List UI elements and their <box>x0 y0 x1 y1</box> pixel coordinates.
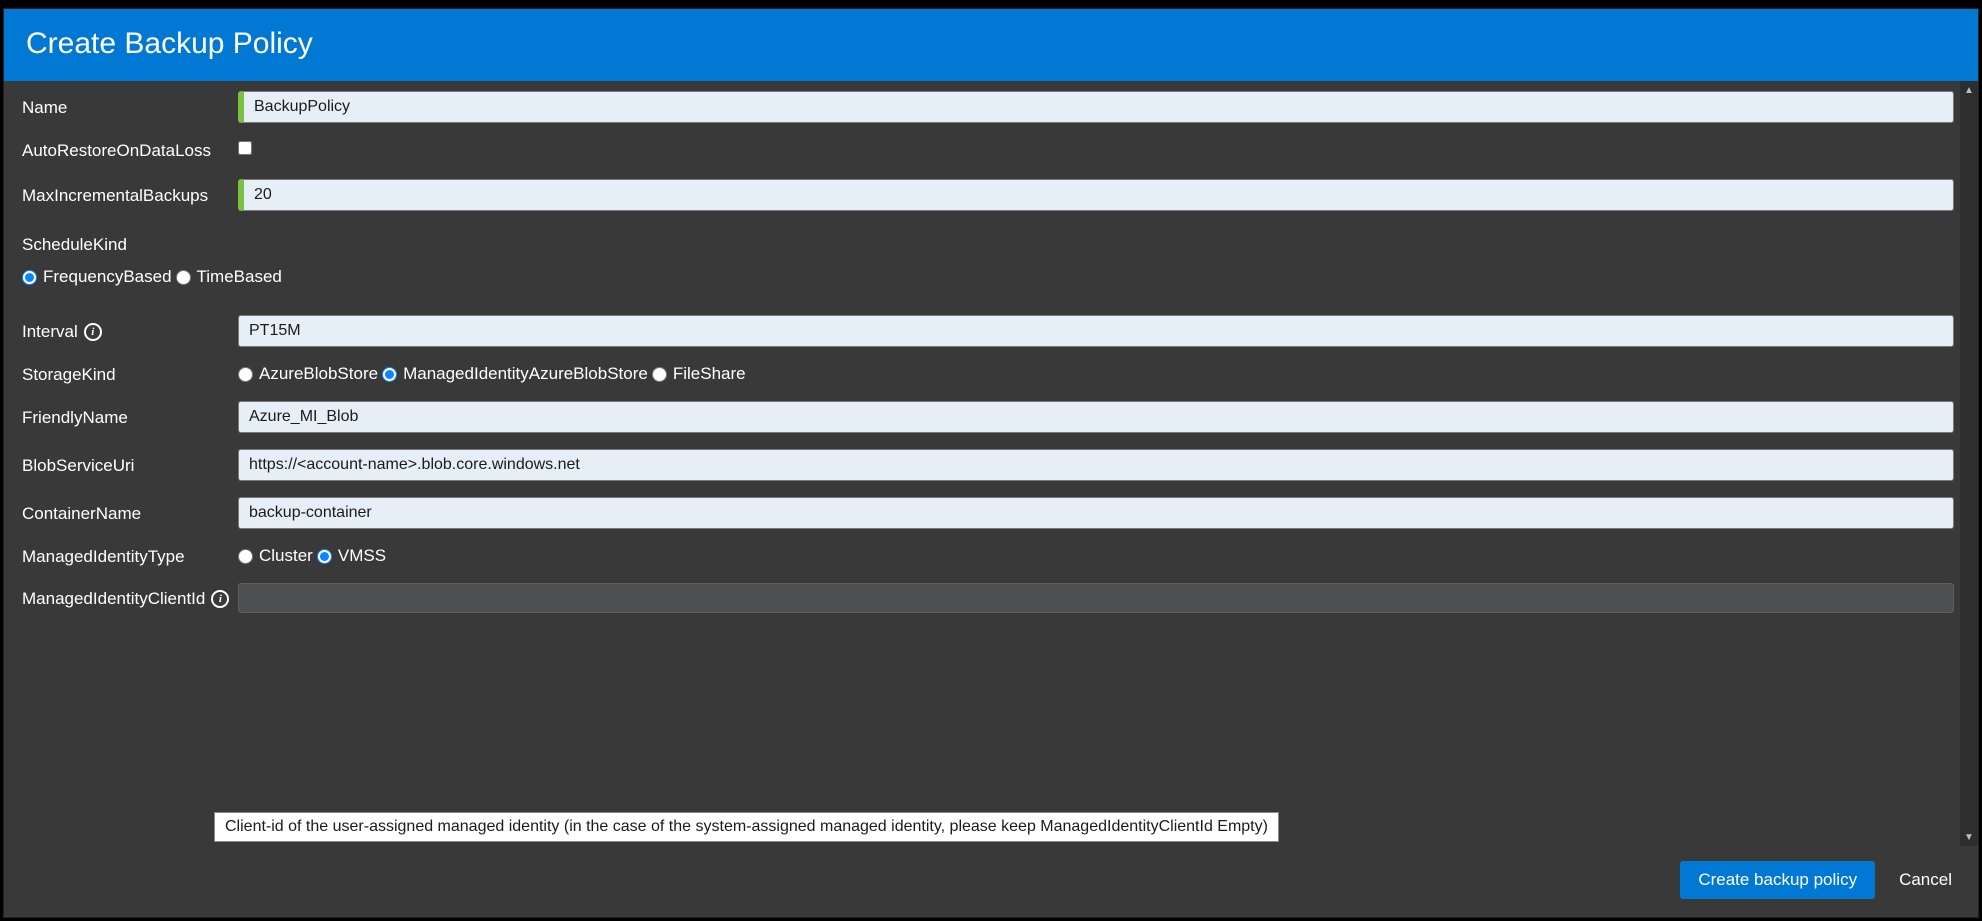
mitype-vmss-label: VMSS <box>338 546 386 566</box>
scroll-up-icon[interactable]: ▲ <box>1960 81 1978 99</box>
interval-label: Interval <box>22 322 78 342</box>
schedulekind-radio-group: FrequencyBased TimeBased <box>22 267 1954 287</box>
schedulekind-frequency-label: FrequencyBased <box>43 267 172 287</box>
storagekind-azureblob-radio[interactable] <box>238 367 253 382</box>
mitype-cluster-radio[interactable] <box>238 549 253 564</box>
storagekind-azureblob-label: AzureBlobStore <box>259 364 378 384</box>
dialog-body: Name AutoRestoreOnDataLoss MaxIncrementa… <box>4 81 1960 846</box>
managedidentitytype-label: ManagedIdentityType <box>22 545 232 567</box>
mitype-vmss-radio[interactable] <box>317 549 332 564</box>
schedulekind-time-radio[interactable] <box>176 270 191 285</box>
maxincremental-label: MaxIncrementalBackups <box>22 184 232 206</box>
info-icon[interactable]: i <box>211 590 229 608</box>
containername-label: ContainerName <box>22 502 232 524</box>
storagekind-miblob-label: ManagedIdentityAzureBlobStore <box>403 364 648 384</box>
storagekind-fileshare-radio[interactable] <box>652 367 667 382</box>
mitype-cluster-label: Cluster <box>259 546 313 566</box>
dialog-header: Create Backup Policy <box>4 9 1978 81</box>
interval-input[interactable] <box>238 315 1954 347</box>
dialog-body-wrap: Name AutoRestoreOnDataLoss MaxIncrementa… <box>4 81 1978 846</box>
storagekind-label: StorageKind <box>22 363 232 385</box>
storagekind-miblob-radio[interactable] <box>382 367 397 382</box>
scroll-down-icon[interactable]: ▼ <box>1960 828 1978 846</box>
scrollbar[interactable]: ▲ ▼ <box>1960 81 1978 846</box>
blobserviceuri-label: BlobServiceUri <box>22 454 232 476</box>
storagekind-radio-group: AzureBlobStore ManagedIdentityAzureBlobS… <box>238 364 1954 384</box>
schedulekind-label: ScheduleKind <box>22 235 1954 255</box>
dialog-footer: Create backup policy Cancel <box>4 846 1978 917</box>
managedidentityclientid-label: ManagedIdentityClientId <box>22 589 205 609</box>
create-backup-policy-button[interactable]: Create backup policy <box>1680 861 1875 899</box>
name-label: Name <box>22 96 232 118</box>
cancel-button[interactable]: Cancel <box>1895 861 1956 899</box>
info-icon[interactable]: i <box>84 323 102 341</box>
dialog-title: Create Backup Policy <box>26 27 313 60</box>
friendlyname-label: FriendlyName <box>22 406 232 428</box>
name-input[interactable] <box>238 91 1954 123</box>
autorestore-checkbox[interactable] <box>238 141 252 155</box>
maxincremental-input[interactable] <box>238 179 1954 211</box>
managedidentityclientid-tooltip: Client-id of the user-assigned managed i… <box>214 812 1279 842</box>
create-backup-policy-dialog: Create Backup Policy Name AutoRestoreOnD… <box>3 8 1979 918</box>
managedidentitytype-radio-group: Cluster VMSS <box>238 546 1954 566</box>
blobserviceuri-input[interactable] <box>238 449 1954 481</box>
autorestore-label: AutoRestoreOnDataLoss <box>22 139 232 161</box>
storagekind-fileshare-label: FileShare <box>673 364 746 384</box>
friendlyname-input[interactable] <box>238 401 1954 433</box>
containername-input[interactable] <box>238 497 1954 529</box>
schedulekind-time-label: TimeBased <box>197 267 282 287</box>
schedulekind-frequency-radio[interactable] <box>22 270 37 285</box>
managedidentityclientid-input[interactable] <box>238 583 1954 613</box>
